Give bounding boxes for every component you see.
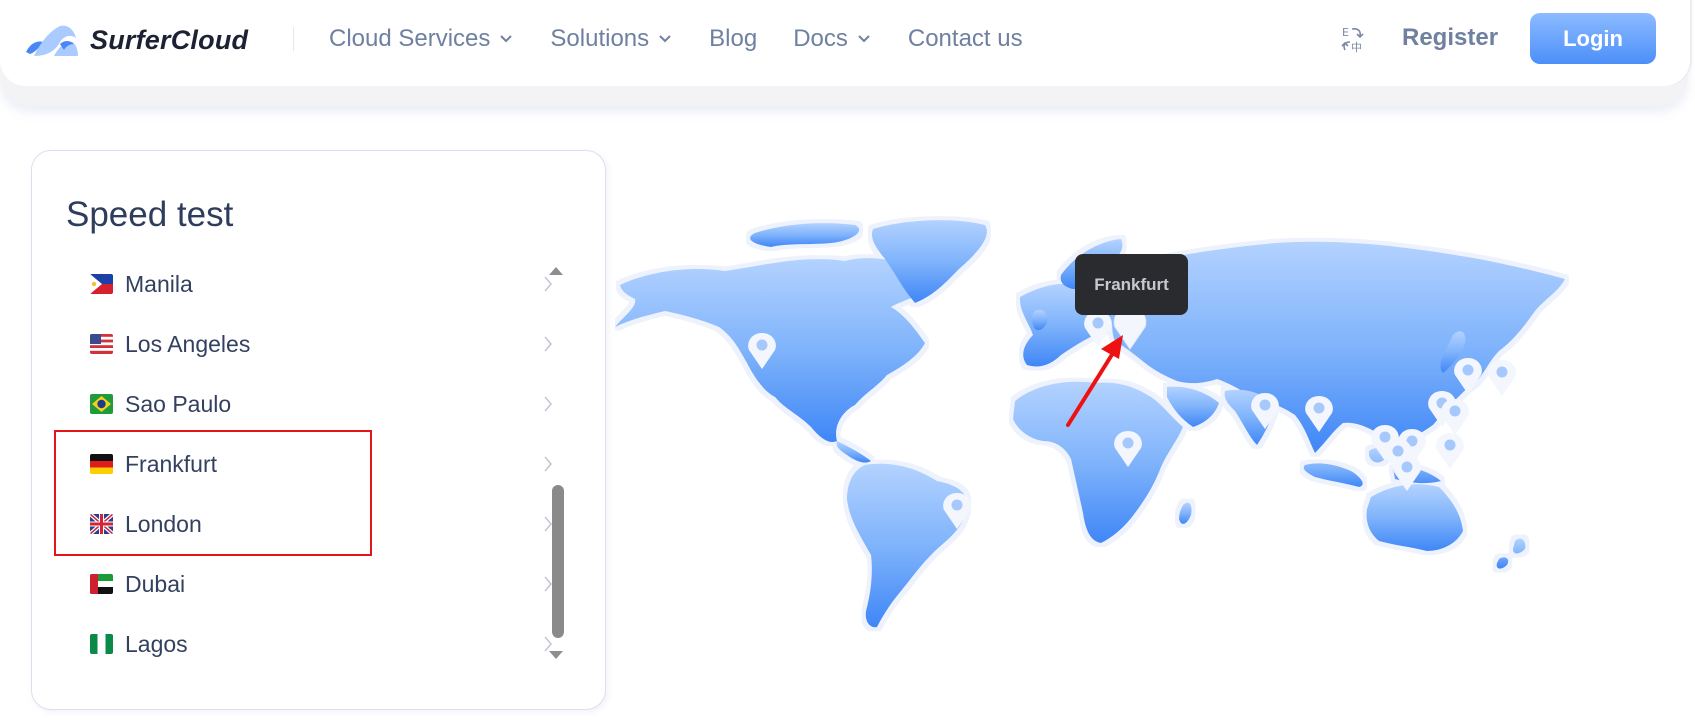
central-america bbox=[836, 441, 871, 463]
location-item-dubai[interactable]: Dubai bbox=[90, 564, 553, 604]
chevron-right-icon bbox=[544, 456, 553, 472]
nav-label: Cloud Services bbox=[329, 25, 491, 52]
register-link[interactable]: Register bbox=[1402, 24, 1498, 52]
location-item-lagos[interactable]: Lagos bbox=[90, 624, 553, 664]
svg-text:E: E bbox=[1342, 26, 1349, 39]
chevron-down-icon bbox=[858, 35, 870, 43]
nav-label: Blog bbox=[709, 25, 758, 52]
location-item-frankfurt[interactable]: Frankfurt bbox=[90, 444, 553, 484]
nav-label: Contact us bbox=[907, 25, 1023, 52]
login-button[interactable]: Login bbox=[1530, 13, 1656, 64]
location-item-los-angeles[interactable]: Los Angeles bbox=[90, 324, 553, 364]
brand-logo[interactable]: SurferCloud bbox=[24, 22, 248, 58]
page: SurferCloud Cloud Services Solutions Blo… bbox=[0, 0, 1695, 722]
continent-south-america bbox=[847, 463, 968, 628]
nav-label: Docs bbox=[793, 25, 848, 52]
chevron-down-icon bbox=[500, 35, 513, 43]
chevron-right-icon bbox=[544, 396, 553, 412]
card-title: Speed test bbox=[66, 195, 234, 234]
location-name: Frankfurt bbox=[125, 450, 218, 477]
brazil-flag-icon bbox=[90, 394, 113, 414]
nav-divider bbox=[293, 27, 294, 51]
philippines-flag-icon bbox=[90, 274, 113, 294]
location-name: London bbox=[125, 510, 202, 537]
usa-flag-icon bbox=[90, 334, 113, 354]
chevron-right-icon bbox=[544, 276, 553, 292]
scroll-down-arrow-icon[interactable] bbox=[549, 651, 563, 659]
brand-name: SurferCloud bbox=[90, 24, 249, 55]
pin-tokyo bbox=[1488, 360, 1516, 396]
continent-north-america bbox=[615, 258, 935, 443]
location-name: Dubai bbox=[125, 570, 186, 597]
main-nav: Cloud Services Solutions Blog Docs Conta… bbox=[329, 22, 1059, 56]
location-item-london[interactable]: London bbox=[90, 504, 553, 544]
pin-taipei bbox=[1441, 399, 1469, 435]
svg-text:中: 中 bbox=[1351, 41, 1362, 54]
continent-australia bbox=[1366, 484, 1463, 551]
location-name: Los Angeles bbox=[125, 330, 251, 357]
speed-test-card: Speed test Manila Los Angeles Sao Paulo bbox=[31, 150, 606, 710]
location-name: Manila bbox=[125, 270, 193, 297]
uae-flag-icon bbox=[90, 574, 113, 594]
pin-manila bbox=[1436, 433, 1464, 469]
nigeria-flag-icon bbox=[90, 634, 113, 654]
arctic-islands bbox=[750, 223, 860, 247]
nav-blog[interactable]: Blog bbox=[709, 25, 757, 53]
translate-icon[interactable]: E 中 bbox=[1340, 24, 1368, 54]
nav-cloud-services[interactable]: Cloud Services bbox=[329, 25, 514, 53]
madagascar bbox=[1179, 502, 1192, 524]
location-item-manila[interactable]: Manila bbox=[90, 264, 553, 304]
location-name: Lagos bbox=[125, 630, 188, 657]
nav-docs[interactable]: Docs bbox=[793, 25, 872, 53]
nav-contact-us[interactable]: Contact us bbox=[908, 25, 1023, 53]
scrollbar-thumb[interactable] bbox=[552, 485, 564, 638]
header: SurferCloud Cloud Services Solutions Blo… bbox=[0, 0, 1690, 86]
chevron-down-icon bbox=[659, 35, 671, 43]
scroll-up-arrow-icon[interactable] bbox=[549, 267, 563, 275]
continent-africa bbox=[1013, 381, 1183, 543]
nav-solutions[interactable]: Solutions bbox=[550, 25, 673, 53]
germany-flag-icon bbox=[90, 454, 113, 474]
map-tooltip: Frankfurt bbox=[1075, 254, 1188, 315]
location-item-sao-paulo[interactable]: Sao Paulo bbox=[90, 384, 553, 424]
pin-london bbox=[1084, 311, 1112, 347]
chevron-right-icon bbox=[544, 336, 553, 352]
uk-flag-icon bbox=[90, 514, 113, 534]
nav-label: Solutions bbox=[550, 25, 650, 52]
location-name: Sao Paulo bbox=[125, 390, 232, 417]
surfercloud-logo-icon bbox=[26, 25, 78, 56]
new-zealand bbox=[1496, 538, 1526, 569]
